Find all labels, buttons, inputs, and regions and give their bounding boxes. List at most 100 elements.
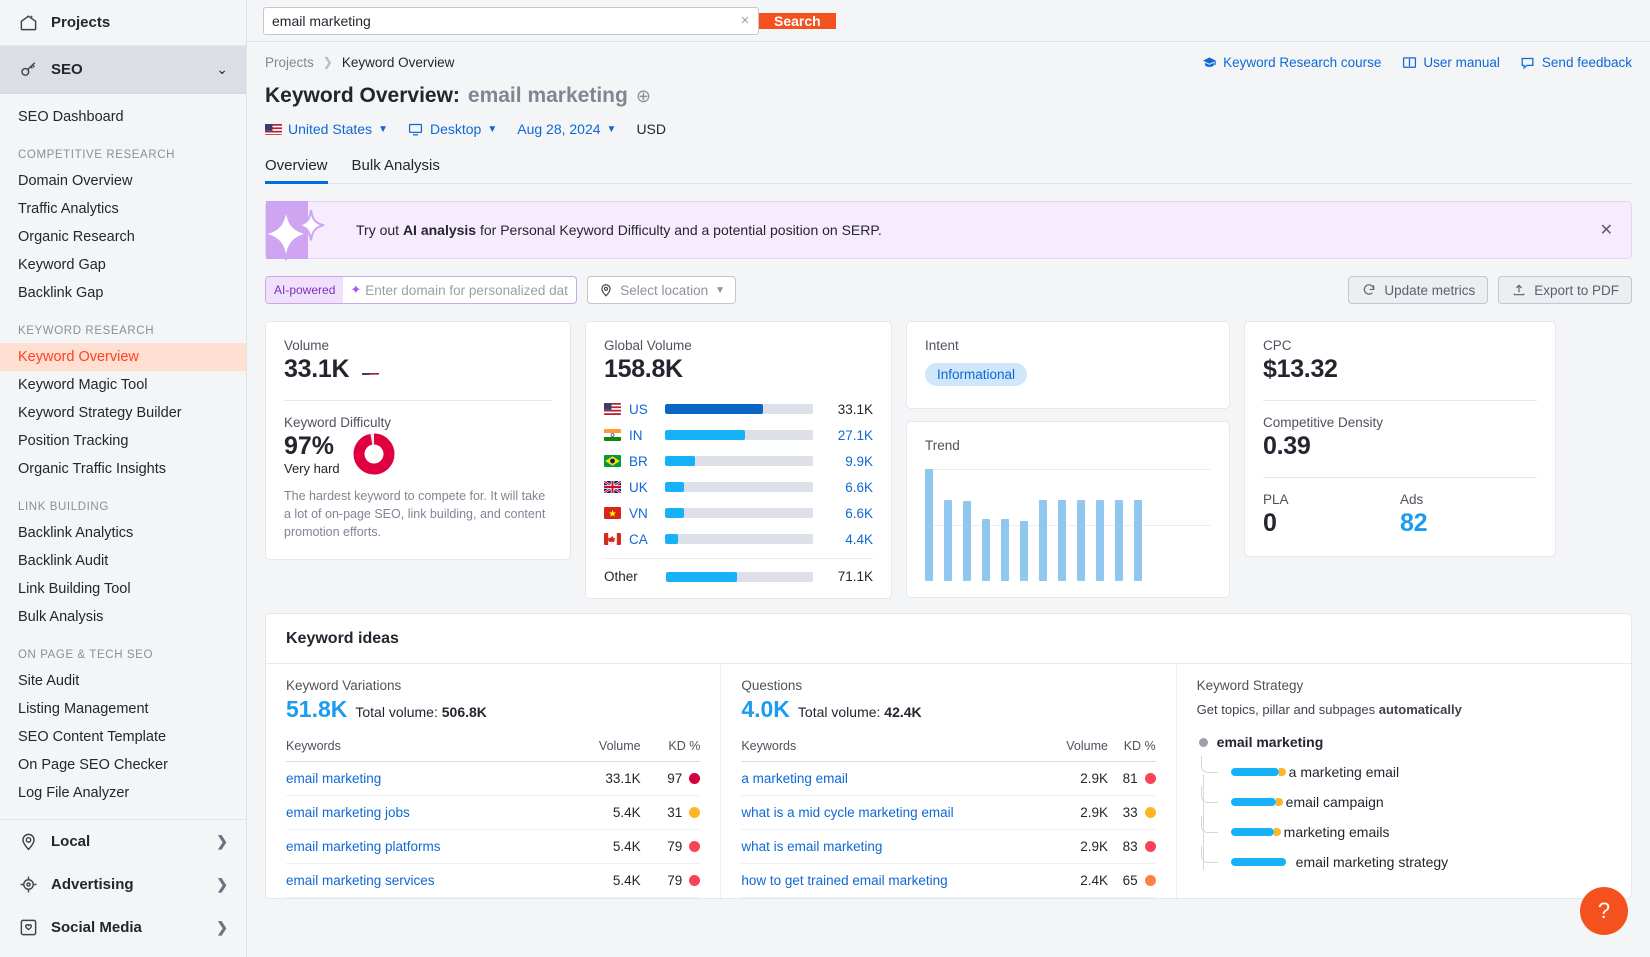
strategy-child[interactable]: email campaign <box>1199 794 1611 810</box>
sidebar-section-advertising[interactable]: Advertising❯ <box>0 863 246 906</box>
country-filter[interactable]: United States ▼ <box>265 121 388 137</box>
row-keyword[interactable]: how to get trained email marketing <box>741 864 1047 898</box>
sidebar-item-log-file-analyzer[interactable]: Log File Analyzer <box>0 779 246 807</box>
country-row[interactable]: IN27.1K <box>604 422 873 448</box>
breadcrumb-root[interactable]: Projects <box>265 55 314 70</box>
row-keyword[interactable]: email marketing services <box>286 864 565 898</box>
table-row[interactable]: email marketing33.1K97 <box>286 762 700 796</box>
sidebar-item-backlink-audit[interactable]: Backlink Audit <box>0 547 246 575</box>
sidebar-item-backlink-analytics[interactable]: Backlink Analytics <box>0 519 246 547</box>
search-bar: × Search <box>247 0 1650 42</box>
sidebar-item-organic-traffic-insights[interactable]: Organic Traffic Insights <box>0 455 246 483</box>
sidebar-group-title: LINK BUILDING <box>0 501 246 513</box>
sidebar-item-domain-overview[interactable]: Domain Overview <box>0 167 246 195</box>
table-row[interactable]: how to get trained email marketing2.4K65 <box>741 864 1155 898</box>
strategy-child[interactable]: email marketing strategy <box>1199 854 1611 870</box>
sidebar-item-label: Backlink Gap <box>18 285 103 301</box>
sidebar-item-listing-management[interactable]: Listing Management <box>0 695 246 723</box>
sidebar-section-social-media[interactable]: Social Media❯ <box>0 906 246 949</box>
variations-total: Total volume: 506.8K <box>355 704 487 720</box>
chevron-down-icon[interactable]: ⌄ <box>216 61 228 78</box>
domain-input[interactable] <box>361 283 576 298</box>
row-keyword[interactable]: what is email marketing <box>741 830 1047 864</box>
sidebar-item-projects[interactable]: Projects <box>0 0 246 46</box>
table-row[interactable]: email marketing services5.4K79 <box>286 864 700 898</box>
table-row[interactable]: a marketing email2.9K81 <box>741 762 1155 796</box>
add-keyword-icon[interactable]: ⊕ <box>636 86 651 107</box>
chevron-right-icon: ❯ <box>216 833 228 850</box>
location-select[interactable]: Select location ▼ <box>587 276 736 304</box>
sidebar-item-backlink-gap[interactable]: Backlink Gap <box>0 279 246 307</box>
sidebar-item-label: Backlink Analytics <box>18 525 133 541</box>
row-keyword[interactable]: email marketing platforms <box>286 830 565 864</box>
table-row[interactable]: what is a mid cycle marketing email2.9K3… <box>741 796 1155 830</box>
variations-count[interactable]: 51.8K <box>286 696 347 723</box>
graduation-cap-icon <box>1201 54 1217 70</box>
clear-search-icon[interactable]: × <box>732 8 758 34</box>
intent-badge[interactable]: Informational <box>925 363 1027 386</box>
country-volume: 4.4K <box>825 532 873 547</box>
tab-bar: Overview Bulk Analysis <box>265 157 1632 184</box>
divider <box>284 400 552 401</box>
tab-bulk-analysis[interactable]: Bulk Analysis <box>352 157 440 183</box>
sidebar-item-traffic-analytics[interactable]: Traffic Analytics <box>0 195 246 223</box>
country-code: IN <box>629 428 665 443</box>
questions-count[interactable]: 4.0K <box>741 696 790 723</box>
book-icon <box>1401 54 1417 70</box>
row-keyword[interactable]: what is a mid cycle marketing email <box>741 796 1047 830</box>
country-row[interactable]: US33.1K <box>604 396 873 422</box>
sidebar-item-link-building-tool[interactable]: Link Building Tool <box>0 575 246 603</box>
home-icon <box>18 13 38 33</box>
trend-bar <box>1096 500 1104 581</box>
table-row[interactable]: email marketing jobs5.4K31 <box>286 796 700 830</box>
sidebar-item-keyword-strategy-builder[interactable]: Keyword Strategy Builder <box>0 399 246 427</box>
device-filter[interactable]: Desktop ▼ <box>408 121 497 137</box>
country-row[interactable]: UK6.6K <box>604 474 873 500</box>
sidebar-item-on-page-seo-checker[interactable]: On Page SEO Checker <box>0 751 246 779</box>
update-metrics-label: Update metrics <box>1384 283 1475 298</box>
sidebar-item-seo[interactable]: SEO ⌄ <box>0 46 246 94</box>
strategy-subtitle: Get topics, pillar and subpages automati… <box>1197 702 1611 717</box>
sidebar-item-seo-dashboard[interactable]: SEO Dashboard <box>0 103 246 131</box>
help-button[interactable]: ? <box>1580 887 1628 935</box>
sidebar-section-local[interactable]: Local ❯ <box>0 820 246 863</box>
upload-icon <box>1511 283 1526 298</box>
row-keyword[interactable]: a marketing email <box>741 762 1047 796</box>
ai-analysis-banner: Try out AI analysis for Personal Keyword… <box>265 201 1632 259</box>
seo-label: SEO <box>51 61 203 78</box>
tab-overview[interactable]: Overview <box>265 157 328 183</box>
sidebar-item-position-tracking[interactable]: Position Tracking <box>0 427 246 455</box>
sidebar-section-label: Local <box>51 833 90 850</box>
strategy-child[interactable]: marketing emails <box>1199 824 1611 840</box>
help-link-user-manual[interactable]: User manual <box>1401 54 1500 70</box>
date-filter[interactable]: Aug 28, 2024 ▼ <box>517 121 616 137</box>
sidebar-item-seo-content-template[interactable]: SEO Content Template <box>0 723 246 751</box>
row-keyword[interactable]: email marketing jobs <box>286 796 565 830</box>
country-row[interactable]: BR9.9K <box>604 448 873 474</box>
help-link-keyword-research-course[interactable]: Keyword Research course <box>1201 54 1381 70</box>
sidebar-item-organic-research[interactable]: Organic Research <box>0 223 246 251</box>
table-row[interactable]: email marketing platforms5.4K79 <box>286 830 700 864</box>
strategy-child-label: a marketing email <box>1289 764 1400 780</box>
ads-value[interactable]: 82 <box>1400 509 1537 538</box>
country-row[interactable]: CA4.4K <box>604 526 873 552</box>
row-keyword[interactable]: email marketing <box>286 762 565 796</box>
sidebar-item-keyword-gap[interactable]: Keyword Gap <box>0 251 246 279</box>
update-metrics-button[interactable]: Update metrics <box>1348 276 1488 304</box>
search-input[interactable] <box>264 8 732 34</box>
strategy-child[interactable]: a marketing email <box>1199 764 1611 780</box>
sidebar-item-bulk-analysis[interactable]: Bulk Analysis <box>0 603 246 631</box>
sidebar-item-keyword-overview[interactable]: Keyword Overview <box>0 343 246 371</box>
sidebar-item-keyword-magic-tool[interactable]: Keyword Magic Tool <box>0 371 246 399</box>
banner-text-after: for Personal Keyword Difficulty and a po… <box>476 222 882 238</box>
help-link-send-feedback[interactable]: Send feedback <box>1520 54 1632 70</box>
sidebar-item-site-audit[interactable]: Site Audit <box>0 667 246 695</box>
export-pdf-button[interactable]: Export to PDF <box>1498 276 1632 304</box>
ai-powered-tag: AI-powered <box>266 277 343 303</box>
table-row[interactable]: what is email marketing2.9K83 <box>741 830 1155 864</box>
close-icon[interactable]: ✕ <box>1600 220 1613 240</box>
row-kd: 79 <box>641 830 701 864</box>
country-row[interactable]: VN6.6K <box>604 500 873 526</box>
search-button[interactable]: Search <box>759 13 836 29</box>
row-volume: 2.4K <box>1048 864 1108 898</box>
